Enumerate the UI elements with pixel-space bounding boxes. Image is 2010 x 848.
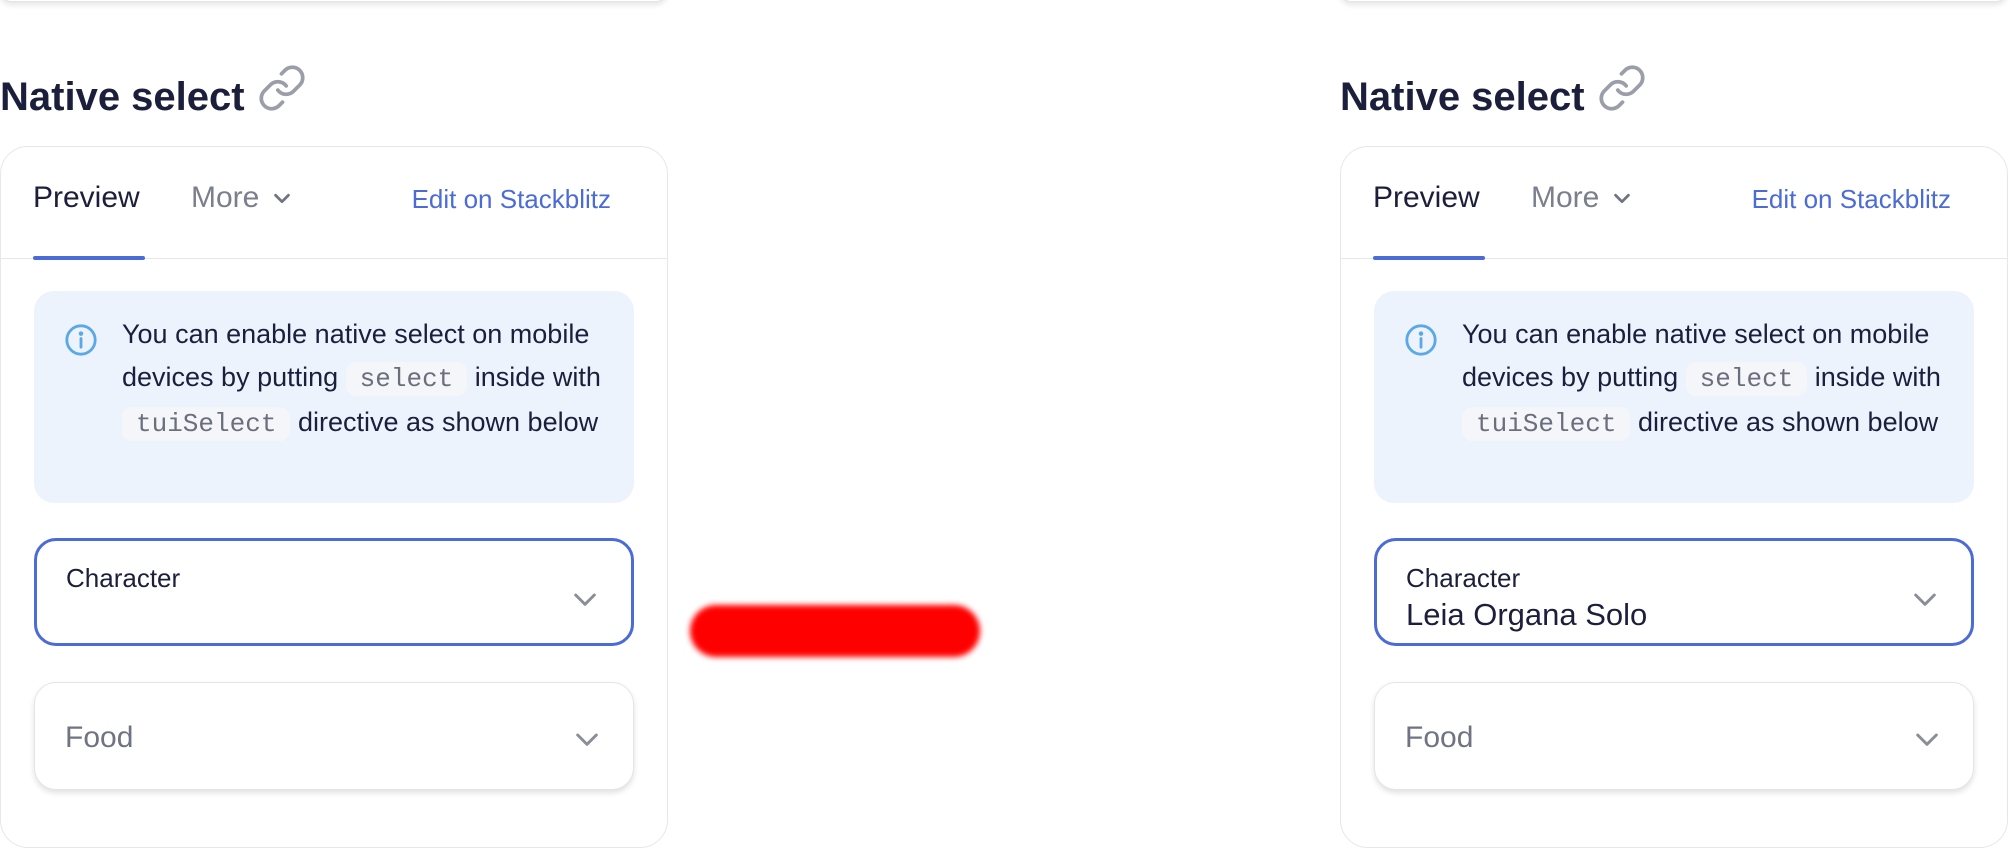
notice-text-part: inside with <box>1814 362 1941 392</box>
notice-text-part: directive as shown below <box>297 407 599 437</box>
demo-tabs: Preview More Edit on Stackblitz <box>1341 147 2007 260</box>
food-select[interactable]: Food <box>1374 682 1974 790</box>
demo-panel-left: Native select Preview More Edit on Stack… <box>0 0 668 848</box>
food-select-placeholder: Food <box>65 721 134 754</box>
info-notification: You can enable native select on mobile d… <box>34 291 634 503</box>
edit-on-stackblitz-link[interactable]: Edit on Stackblitz <box>412 184 611 215</box>
chevron-down-icon <box>1909 583 1941 620</box>
chevron-down-icon <box>271 187 293 209</box>
info-icon <box>64 323 98 362</box>
tab-preview[interactable]: Preview <box>1373 181 1480 215</box>
code-tuiselect: tuiSelect <box>1462 407 1631 441</box>
link-icon[interactable] <box>257 63 307 113</box>
edit-on-stackblitz-link[interactable]: Edit on Stackblitz <box>1752 184 1951 215</box>
section-heading: Native select <box>1340 60 1647 134</box>
character-select[interactable]: Character Leia Organa Solo <box>1374 538 1974 646</box>
notice-text: You can enable native select on mobile d… <box>122 313 612 446</box>
character-select-value: Leia Organa Solo <box>1406 597 1648 632</box>
character-select[interactable]: Character <box>34 538 634 646</box>
character-select-label: Character <box>66 563 181 593</box>
food-select-placeholder: Food <box>1405 721 1474 754</box>
code-select: select <box>345 362 468 396</box>
link-icon[interactable] <box>1597 63 1647 113</box>
section-title: Native select <box>0 74 245 119</box>
code-select: select <box>1685 362 1808 396</box>
tab-preview-label: Preview <box>33 181 140 214</box>
demo-card: Preview More Edit on Stackblitz You can … <box>0 146 668 848</box>
tab-preview-label: Preview <box>1373 181 1480 214</box>
info-notification: You can enable native select on mobile d… <box>1374 291 1974 503</box>
tab-more-label: More <box>191 181 260 214</box>
demo-card: Preview More Edit on Stackblitz You can … <box>1340 146 2008 848</box>
edit-link-label: Edit on Stackblitz <box>411 184 611 214</box>
chevron-down-icon <box>1911 723 1943 760</box>
active-tab-indicator <box>1373 256 1485 260</box>
tab-more[interactable]: More <box>191 181 293 215</box>
tab-more-label: More <box>1531 181 1600 214</box>
info-icon <box>1404 323 1438 362</box>
tab-preview[interactable]: Preview <box>33 181 140 215</box>
redaction-scribble <box>690 605 980 657</box>
chevron-down-icon <box>1611 187 1633 209</box>
section-title: Native select <box>1340 74 1585 119</box>
notice-text: You can enable native select on mobile d… <box>1462 313 1952 446</box>
notice-text-part: directive as shown below <box>1637 407 1939 437</box>
active-tab-indicator <box>33 256 145 260</box>
tab-more[interactable]: More <box>1531 181 1633 215</box>
food-select[interactable]: Food <box>34 682 634 790</box>
chevron-down-icon <box>569 583 601 620</box>
character-select-label: Character <box>1406 563 1521 593</box>
demo-tabs: Preview More Edit on Stackblitz <box>1 147 667 260</box>
code-tuiselect: tuiSelect <box>122 407 291 441</box>
section-heading: Native select <box>0 60 307 134</box>
edit-link-label: Edit on Stackblitz <box>1751 184 1951 214</box>
demo-panel-right: Native select Preview More Edit on Stack… <box>1340 0 2008 848</box>
chevron-down-icon <box>571 723 603 760</box>
notice-text-part: inside with <box>474 362 601 392</box>
